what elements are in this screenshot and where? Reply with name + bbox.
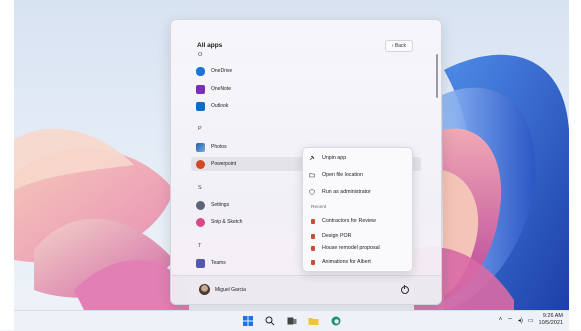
app-list-scrollbar[interactable] [436,54,438,98]
app-item-onenote[interactable]: OneNote [191,82,421,96]
recent-label: Design POR [322,233,352,239]
edge-icon[interactable] [329,314,343,328]
teams-icon [196,258,205,268]
app-label: Photos [211,144,227,150]
app-label: Teams [211,260,226,266]
app-label: Outlook [211,103,229,109]
recent-item[interactable]: Design POR [309,230,407,242]
file-explorer-icon[interactable] [307,314,321,328]
open-file-location-item[interactable]: Open file location [309,169,407,181]
recent-label: Contractors for Review [322,218,376,224]
context-menu-label: Run as administrator [322,189,371,195]
context-menu-label: Unpin app [322,155,347,161]
taskbar-icons [241,314,343,328]
recent-item[interactable]: House remodel proposal [309,242,407,254]
recent-item[interactable]: Animations for Albert [309,256,407,268]
task-view-icon[interactable] [285,314,299,328]
recent-label: Animations for Albert [322,259,371,265]
unpin-app-item[interactable]: Unpin app [309,152,407,164]
app-label: OneNote [211,86,232,92]
windows-start-icon[interactable] [241,314,255,328]
group-letter-s[interactable]: S [198,185,202,191]
document-icon [311,245,315,251]
group-letter-t[interactable]: T [198,243,201,249]
chevron-up-icon[interactable]: ˄ [499,317,503,323]
tray-time: 9:26 AM [542,313,563,319]
avatar[interactable] [199,284,210,295]
document-icon [311,218,315,224]
system-tray: ˄ ⌔ ◂) ▭ 9:26 AM 10/5/2021 [499,313,563,327]
clock[interactable]: 9:26 AM 10/5/2021 [539,313,563,327]
volume-icon[interactable]: ◂) [518,317,523,324]
user-name[interactable]: Miguel Garcia [215,287,246,293]
photos-icon [196,142,205,152]
recent-heading: Recent [311,205,327,210]
document-icon [311,259,315,265]
app-label: OneDrive [211,68,233,74]
battery-icon[interactable]: ▭ [528,317,534,324]
powerpoint-icon [196,159,205,169]
onenote-icon [196,84,205,94]
taskbar: ˄ ⌔ ◂) ▭ 9:26 AM 10/5/2021 [14,310,569,331]
app-item-outlook[interactable]: Outlook [191,99,421,113]
all-apps-heading: All apps [197,42,223,49]
context-menu-label: Open file location [322,172,363,178]
app-label: Snip & Sketch [211,219,243,225]
tray-date: 10/5/2021 [538,320,563,326]
left-frame [0,0,14,330]
wifi-icon[interactable]: ⌔ [507,316,513,324]
unpin-icon [309,155,315,161]
context-menu: Unpin app Open file location Run as admi… [302,147,413,272]
app-label: Settings [211,202,230,208]
document-icon [311,233,315,239]
app-label: Powerpoint [211,161,237,167]
shield-icon [309,189,315,195]
power-icon[interactable] [401,285,409,294]
group-letter-o[interactable]: O [198,52,202,58]
snip-sketch-icon [196,217,205,227]
right-frame [569,0,581,330]
outlook-icon [196,101,205,111]
app-item-onedrive[interactable]: OneDrive [191,64,421,78]
recent-item[interactable]: Contractors for Review [309,215,407,227]
search-icon[interactable] [263,314,277,328]
start-footer: Miguel Garcia [171,275,441,304]
run-as-administrator-item[interactable]: Run as administrator [309,186,407,198]
settings-icon [196,200,205,210]
onedrive-icon [196,66,205,76]
group-letter-p[interactable]: P [198,126,202,132]
recent-label: House remodel proposal [322,245,380,251]
folder-icon [309,173,315,178]
back-button[interactable]: ‹ Back [384,40,413,52]
